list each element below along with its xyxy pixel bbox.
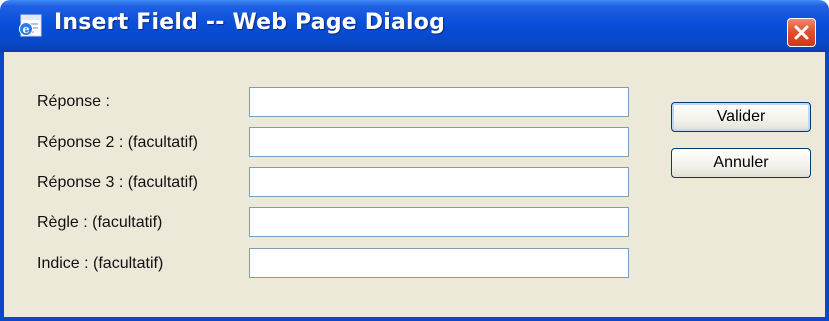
window-frame-right — [825, 52, 829, 321]
reponse-3-label: Réponse 3 : (facultatif) — [37, 174, 198, 191]
reponse-2-label: Réponse 2 : (facultatif) — [37, 134, 198, 151]
validate-button[interactable]: Valider — [671, 102, 811, 132]
indice-label: Indice : (facultatif) — [37, 255, 164, 272]
svg-text:e: e — [23, 23, 30, 36]
window-title: Insert Field -- Web Page Dialog — [54, 10, 446, 35]
title-bar[interactable]: e Insert Field -- Web Page Dialog — [0, 0, 829, 52]
reponse-field[interactable] — [249, 87, 629, 117]
dialog-body: Réponse : Réponse 2 : (facultatif) Répon… — [4, 52, 825, 317]
reponse-2-field[interactable] — [249, 127, 629, 157]
dialog-window: e Insert Field -- Web Page Dialog Répons… — [0, 0, 829, 321]
indice-field[interactable] — [249, 248, 629, 278]
reponse-3-field[interactable] — [249, 167, 629, 197]
close-icon — [794, 25, 809, 40]
window-frame-bottom — [0, 317, 829, 321]
ie-page-icon: e — [19, 14, 42, 37]
regle-field[interactable] — [249, 207, 629, 237]
close-button[interactable] — [787, 18, 816, 47]
regle-label: Règle : (facultatif) — [37, 214, 163, 231]
reponse-label: Réponse : — [37, 93, 110, 110]
cancel-button[interactable]: Annuler — [671, 148, 811, 178]
